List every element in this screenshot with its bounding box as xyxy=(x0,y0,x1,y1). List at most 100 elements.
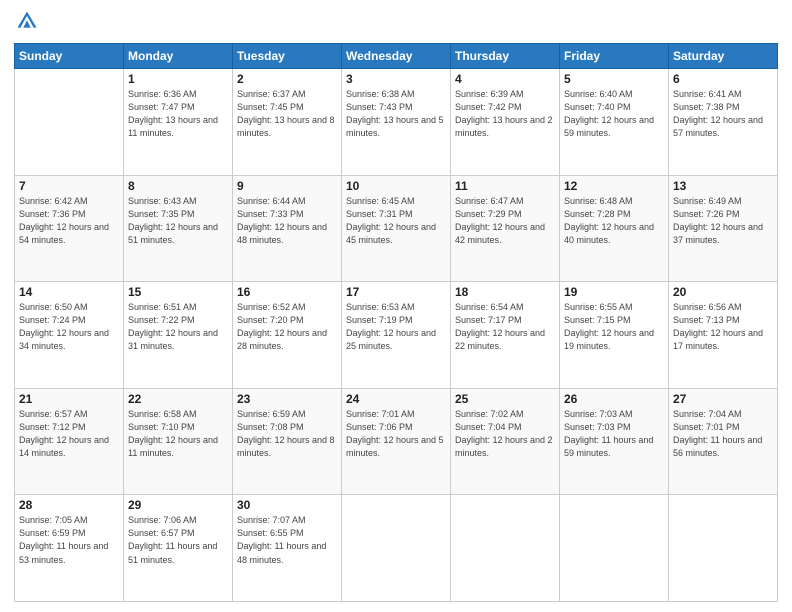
week-row-1: 1 Sunrise: 6:36 AM Sunset: 7:47 PM Dayli… xyxy=(15,69,778,176)
sunset-text: Sunset: 7:10 PM xyxy=(128,421,228,434)
sunrise-text: Sunrise: 6:44 AM xyxy=(237,195,337,208)
day-number: 24 xyxy=(346,392,446,406)
daylight-text: Daylight: 11 hours and 53 minutes. xyxy=(19,540,119,566)
header-friday: Friday xyxy=(560,44,669,69)
day-cell xyxy=(560,495,669,602)
sunrise-text: Sunrise: 6:58 AM xyxy=(128,408,228,421)
weekday-header-row: Sunday Monday Tuesday Wednesday Thursday… xyxy=(15,44,778,69)
sunset-text: Sunset: 7:22 PM xyxy=(128,314,228,327)
day-cell xyxy=(451,495,560,602)
day-number: 16 xyxy=(237,285,337,299)
day-info: Sunrise: 6:45 AM Sunset: 7:31 PM Dayligh… xyxy=(346,195,446,247)
day-info: Sunrise: 7:05 AM Sunset: 6:59 PM Dayligh… xyxy=(19,514,119,566)
daylight-text: Daylight: 12 hours and 14 minutes. xyxy=(19,434,119,460)
day-cell: 30 Sunrise: 7:07 AM Sunset: 6:55 PM Dayl… xyxy=(233,495,342,602)
day-number: 18 xyxy=(455,285,555,299)
daylight-text: Daylight: 12 hours and 42 minutes. xyxy=(455,221,555,247)
day-info: Sunrise: 6:54 AM Sunset: 7:17 PM Dayligh… xyxy=(455,301,555,353)
day-cell: 24 Sunrise: 7:01 AM Sunset: 7:06 PM Dayl… xyxy=(342,388,451,495)
header-wednesday: Wednesday xyxy=(342,44,451,69)
page: Sunday Monday Tuesday Wednesday Thursday… xyxy=(0,0,792,612)
day-cell: 15 Sunrise: 6:51 AM Sunset: 7:22 PM Dayl… xyxy=(124,282,233,389)
day-info: Sunrise: 7:04 AM Sunset: 7:01 PM Dayligh… xyxy=(673,408,773,460)
sunset-text: Sunset: 7:43 PM xyxy=(346,101,446,114)
header-thursday: Thursday xyxy=(451,44,560,69)
sunset-text: Sunset: 7:28 PM xyxy=(564,208,664,221)
sunrise-text: Sunrise: 6:49 AM xyxy=(673,195,773,208)
day-cell: 5 Sunrise: 6:40 AM Sunset: 7:40 PM Dayli… xyxy=(560,69,669,176)
day-info: Sunrise: 6:56 AM Sunset: 7:13 PM Dayligh… xyxy=(673,301,773,353)
daylight-text: Daylight: 12 hours and 28 minutes. xyxy=(237,327,337,353)
day-info: Sunrise: 6:37 AM Sunset: 7:45 PM Dayligh… xyxy=(237,88,337,140)
day-number: 26 xyxy=(564,392,664,406)
sunset-text: Sunset: 7:42 PM xyxy=(455,101,555,114)
sunset-text: Sunset: 7:47 PM xyxy=(128,101,228,114)
sunrise-text: Sunrise: 6:47 AM xyxy=(455,195,555,208)
day-number: 4 xyxy=(455,72,555,86)
day-number: 9 xyxy=(237,179,337,193)
sunset-text: Sunset: 7:13 PM xyxy=(673,314,773,327)
sunrise-text: Sunrise: 7:05 AM xyxy=(19,514,119,527)
daylight-text: Daylight: 12 hours and 8 minutes. xyxy=(237,434,337,460)
sunrise-text: Sunrise: 6:38 AM xyxy=(346,88,446,101)
week-row-3: 14 Sunrise: 6:50 AM Sunset: 7:24 PM Dayl… xyxy=(15,282,778,389)
sunset-text: Sunset: 7:01 PM xyxy=(673,421,773,434)
day-cell: 8 Sunrise: 6:43 AM Sunset: 7:35 PM Dayli… xyxy=(124,175,233,282)
day-info: Sunrise: 7:06 AM Sunset: 6:57 PM Dayligh… xyxy=(128,514,228,566)
week-row-4: 21 Sunrise: 6:57 AM Sunset: 7:12 PM Dayl… xyxy=(15,388,778,495)
sunset-text: Sunset: 7:15 PM xyxy=(564,314,664,327)
sunrise-text: Sunrise: 6:52 AM xyxy=(237,301,337,314)
sunrise-text: Sunrise: 6:48 AM xyxy=(564,195,664,208)
sunset-text: Sunset: 7:36 PM xyxy=(19,208,119,221)
sunset-text: Sunset: 7:04 PM xyxy=(455,421,555,434)
sunset-text: Sunset: 7:24 PM xyxy=(19,314,119,327)
day-cell: 11 Sunrise: 6:47 AM Sunset: 7:29 PM Dayl… xyxy=(451,175,560,282)
sunrise-text: Sunrise: 6:55 AM xyxy=(564,301,664,314)
day-number: 21 xyxy=(19,392,119,406)
daylight-text: Daylight: 12 hours and 22 minutes. xyxy=(455,327,555,353)
day-info: Sunrise: 6:39 AM Sunset: 7:42 PM Dayligh… xyxy=(455,88,555,140)
day-number: 28 xyxy=(19,498,119,512)
day-info: Sunrise: 6:49 AM Sunset: 7:26 PM Dayligh… xyxy=(673,195,773,247)
sunset-text: Sunset: 7:29 PM xyxy=(455,208,555,221)
day-number: 3 xyxy=(346,72,446,86)
daylight-text: Daylight: 12 hours and 59 minutes. xyxy=(564,114,664,140)
day-number: 7 xyxy=(19,179,119,193)
daylight-text: Daylight: 12 hours and 54 minutes. xyxy=(19,221,119,247)
day-cell: 20 Sunrise: 6:56 AM Sunset: 7:13 PM Dayl… xyxy=(669,282,778,389)
sunrise-text: Sunrise: 6:59 AM xyxy=(237,408,337,421)
day-cell: 22 Sunrise: 6:58 AM Sunset: 7:10 PM Dayl… xyxy=(124,388,233,495)
daylight-text: Daylight: 12 hours and 48 minutes. xyxy=(237,221,337,247)
daylight-text: Daylight: 11 hours and 51 minutes. xyxy=(128,540,228,566)
day-cell: 16 Sunrise: 6:52 AM Sunset: 7:20 PM Dayl… xyxy=(233,282,342,389)
sunset-text: Sunset: 7:20 PM xyxy=(237,314,337,327)
sunrise-text: Sunrise: 6:54 AM xyxy=(455,301,555,314)
day-number: 19 xyxy=(564,285,664,299)
sunset-text: Sunset: 7:35 PM xyxy=(128,208,228,221)
sunset-text: Sunset: 7:26 PM xyxy=(673,208,773,221)
day-info: Sunrise: 6:47 AM Sunset: 7:29 PM Dayligh… xyxy=(455,195,555,247)
daylight-text: Daylight: 13 hours and 5 minutes. xyxy=(346,114,446,140)
day-info: Sunrise: 7:03 AM Sunset: 7:03 PM Dayligh… xyxy=(564,408,664,460)
day-info: Sunrise: 6:50 AM Sunset: 7:24 PM Dayligh… xyxy=(19,301,119,353)
sunrise-text: Sunrise: 7:02 AM xyxy=(455,408,555,421)
day-cell: 28 Sunrise: 7:05 AM Sunset: 6:59 PM Dayl… xyxy=(15,495,124,602)
sunset-text: Sunset: 6:59 PM xyxy=(19,527,119,540)
daylight-text: Daylight: 12 hours and 34 minutes. xyxy=(19,327,119,353)
day-cell xyxy=(342,495,451,602)
sunrise-text: Sunrise: 7:07 AM xyxy=(237,514,337,527)
daylight-text: Daylight: 13 hours and 2 minutes. xyxy=(455,114,555,140)
day-cell: 19 Sunrise: 6:55 AM Sunset: 7:15 PM Dayl… xyxy=(560,282,669,389)
sunset-text: Sunset: 7:17 PM xyxy=(455,314,555,327)
daylight-text: Daylight: 13 hours and 11 minutes. xyxy=(128,114,228,140)
day-cell: 6 Sunrise: 6:41 AM Sunset: 7:38 PM Dayli… xyxy=(669,69,778,176)
day-number: 25 xyxy=(455,392,555,406)
sunrise-text: Sunrise: 6:50 AM xyxy=(19,301,119,314)
day-info: Sunrise: 6:44 AM Sunset: 7:33 PM Dayligh… xyxy=(237,195,337,247)
day-cell: 13 Sunrise: 6:49 AM Sunset: 7:26 PM Dayl… xyxy=(669,175,778,282)
day-cell: 10 Sunrise: 6:45 AM Sunset: 7:31 PM Dayl… xyxy=(342,175,451,282)
sunset-text: Sunset: 7:40 PM xyxy=(564,101,664,114)
daylight-text: Daylight: 12 hours and 17 minutes. xyxy=(673,327,773,353)
daylight-text: Daylight: 12 hours and 57 minutes. xyxy=(673,114,773,140)
sunrise-text: Sunrise: 6:53 AM xyxy=(346,301,446,314)
